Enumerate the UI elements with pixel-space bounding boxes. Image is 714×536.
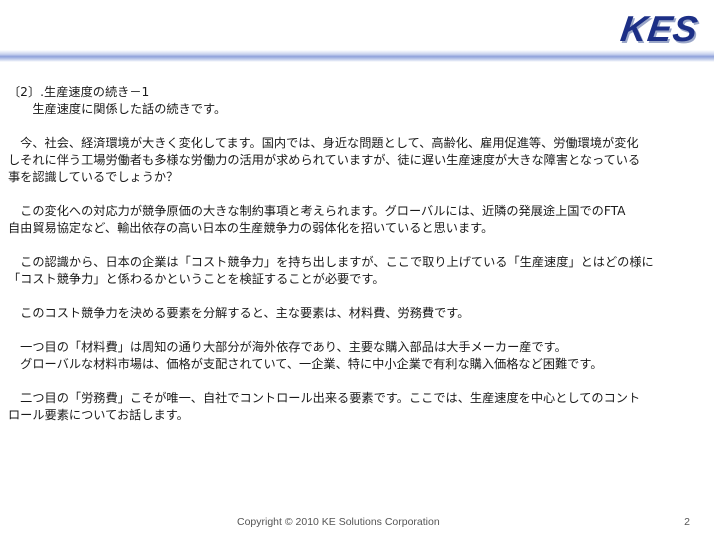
paragraph-line: 自由貿易協定など、輸出依存の高い日本の生産競争力の弱体化を招いていると思います。 [8, 221, 494, 235]
paragraph-line: 「コスト競争力」と係わるかということを検証することが必要です。 [8, 272, 385, 286]
paragraph-line: このコスト競争力を決める要素を分解すると、主な要素は、材料費、労務費です。 [8, 306, 470, 320]
paragraph-line: 事を認識しているでしょうか？ [8, 170, 179, 184]
copyright-text: Copyright © 2010 KE Solutions Corporatio… [237, 516, 440, 528]
paragraph-line: ロール要素についてお話します。 [8, 408, 189, 422]
slide-body: 〔2〕.生産速度の続き－1 生産速度に関係した話の続きです。 今、社会、経済環境… [8, 84, 708, 424]
section-subheading: 生産速度に関係した話の続きです。 [8, 102, 227, 116]
header-divider [0, 50, 714, 62]
paragraph-line: グローバルな材料市場は、価格が支配されていて、一企業、特に中小企業で有利な購入価… [8, 357, 603, 371]
kes-logo: KES [618, 8, 701, 49]
section-heading: 〔2〕.生産速度の続き－1 [8, 85, 150, 99]
paragraph-line: しそれに伴う工場労働者も多様な労働力の活用が求められていますが、徒に遅い生産速度… [8, 153, 641, 167]
paragraph-line: 二つ目の「労務費」こそが唯一、自社でコントロール出来る要素です。ここでは、生産速… [8, 391, 641, 405]
page-number: 2 [684, 516, 690, 528]
paragraph-line: この変化への対応力が競争原価の大きな制約事項と考えられます。グローバルには、近隣… [8, 204, 626, 218]
paragraph-line: 一つ目の「材料費」は周知の通り大部分が海外依存であり、主要な購入部品は大手メーカ… [8, 340, 567, 354]
paragraph-line: 今、社会、経済環境が大きく変化してます。国内では、身近な問題として、高齢化、雇用… [8, 136, 639, 150]
paragraph-line: この認識から、日本の企業は「コスト競争力」を持ち出しますが、ここで取り上げている… [8, 255, 654, 269]
